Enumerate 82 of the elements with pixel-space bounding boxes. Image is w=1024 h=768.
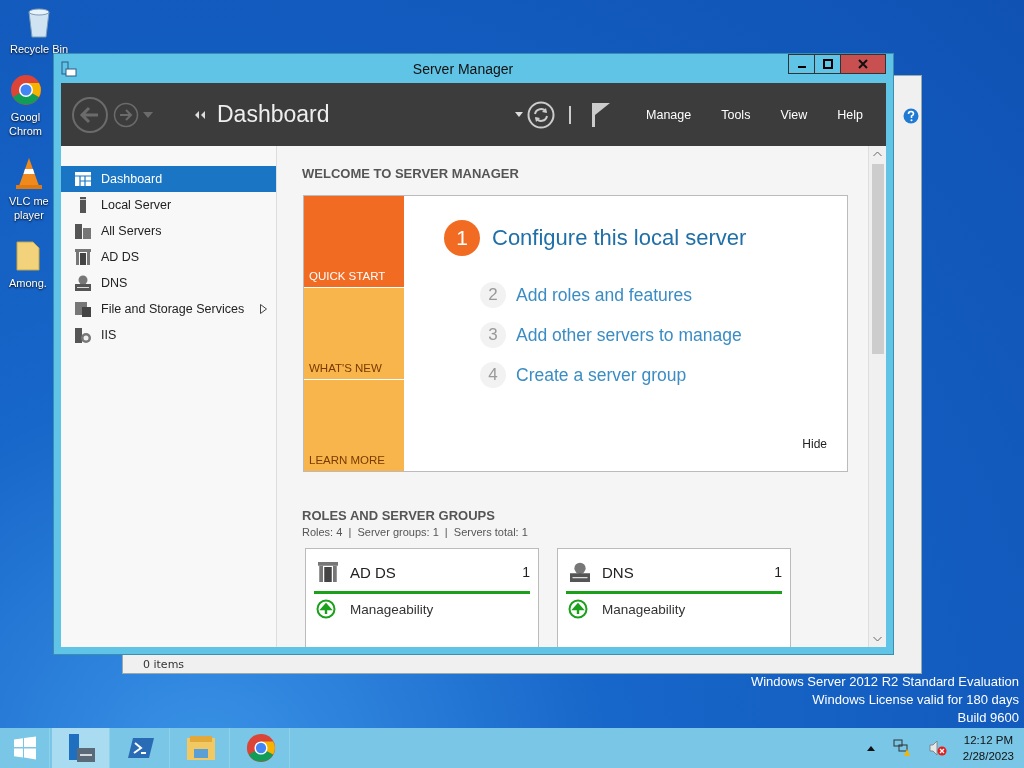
close-icon <box>858 59 868 69</box>
dropdown-icon[interactable] <box>515 112 524 117</box>
step-number-badge: 1 <box>444 220 480 256</box>
recycle-bin-icon[interactable] <box>26 6 52 38</box>
step-link[interactable]: Add roles and features <box>516 284 693 306</box>
server-globe-icon <box>75 327 91 343</box>
traffic-cone-icon[interactable] <box>13 156 44 190</box>
back-icon[interactable] <box>71 95 109 134</box>
desktop-icon-label[interactable]: Googl <box>10 110 41 124</box>
sidebar-item[interactable]: File and Storage Services <box>61 296 276 322</box>
network-warning-icon[interactable] <box>892 739 911 757</box>
taskbar-app-button[interactable] <box>52 728 110 768</box>
watermark-text: Build 9600 <box>957 709 1019 727</box>
role-card[interactable]: DNS 1 Manageability <box>557 548 791 647</box>
card-title: AD DS <box>350 563 396 581</box>
section-heading: ROLES AND SERVER GROUPS <box>302 508 496 523</box>
window-title: Server Manager <box>412 60 514 77</box>
step-number-badge: 3 <box>480 322 506 348</box>
tile-tab[interactable]: WHAT'S NEW <box>304 288 404 379</box>
menu-item[interactable]: Help <box>824 107 876 122</box>
sidebar-item[interactable]: All Servers <box>61 218 276 244</box>
desktop-icon-label[interactable]: Chrom <box>9 124 42 138</box>
clock-date[interactable]: 2/28/2023 <box>962 748 1014 764</box>
globe-server-icon <box>75 275 91 291</box>
minimize-icon <box>797 66 806 68</box>
windows-logo-icon <box>12 736 37 760</box>
close-button[interactable] <box>840 54 886 74</box>
minimize-button[interactable] <box>788 54 815 74</box>
desktop-icon-label[interactable]: VLC me <box>9 194 49 208</box>
step-link[interactable]: Add other servers to manage <box>516 324 742 346</box>
section-heading: WELCOME TO SERVER MANAGER <box>302 166 520 181</box>
folder-icon <box>185 735 216 761</box>
show-hidden-icons-icon[interactable] <box>866 745 875 751</box>
chrome-icon[interactable] <box>9 74 42 106</box>
card-count: 1 <box>774 564 782 580</box>
menu-item[interactable]: Manage <box>633 107 705 122</box>
role-card[interactable]: AD DS 1 Manageability <box>305 548 539 647</box>
chrome-icon <box>245 733 276 763</box>
card-title: DNS <box>602 563 634 581</box>
storage-icon <box>75 301 91 317</box>
speaker-muted-icon[interactable] <box>928 739 947 757</box>
server-tower-icon <box>318 561 338 583</box>
desktop-icon-label[interactable]: Recycle Bin <box>9 42 69 56</box>
menu-item[interactable]: View <box>767 107 821 122</box>
forward-icon[interactable] <box>113 101 139 128</box>
step-number-badge: 4 <box>480 362 506 388</box>
card-count: 1 <box>522 564 530 580</box>
sidebar-item[interactable]: DNS <box>61 270 276 296</box>
status-label: Manageability <box>602 601 686 617</box>
globe-server-icon <box>570 561 590 583</box>
watermark-text: Windows Server 2012 R2 Standard Evaluation <box>750 673 1019 691</box>
refresh-icon[interactable] <box>527 100 556 129</box>
grid-icon <box>75 172 91 186</box>
help-icon[interactable] <box>903 108 919 124</box>
maximize-button[interactable] <box>814 54 841 74</box>
desktop-icon-label[interactable]: Among. <box>9 276 47 290</box>
roles-summary: Roles: 4 | Server groups: 1 | Servers total: 1 <box>302 526 529 538</box>
tile-tab[interactable]: LEARN MORE <box>304 380 404 471</box>
step-link[interactable]: Configure this local server <box>492 225 747 251</box>
step-link[interactable]: Create a server group <box>516 364 687 386</box>
flag-icon[interactable] <box>591 101 612 128</box>
maximize-icon <box>822 59 833 69</box>
hide-link[interactable]: Hide <box>802 437 827 451</box>
desktop-icon-label[interactable]: player <box>13 208 44 222</box>
app-icon <box>61 60 77 77</box>
clock-time[interactable]: 12:12 PM <box>963 732 1014 748</box>
status-text: 0 items <box>143 658 185 671</box>
step-number-badge: 2 <box>480 282 506 308</box>
servers-icon <box>75 223 91 239</box>
sidebar-item[interactable]: IIS <box>61 322 276 348</box>
menu-item[interactable]: Tools <box>708 107 764 122</box>
folder-icon[interactable] <box>14 240 41 272</box>
double-chevron-icon <box>195 110 205 119</box>
sidebar-item[interactable]: AD DS <box>61 244 276 270</box>
status-label: Manageability <box>350 601 434 617</box>
expand-arrow-icon[interactable] <box>260 304 268 314</box>
breadcrumb-title: Dashboard <box>217 101 330 128</box>
watermark-text: Windows License valid for 180 days <box>812 691 1019 709</box>
sidebar-item[interactable]: Dashboard <box>61 166 276 192</box>
terminal-icon <box>126 736 155 760</box>
sidebar-item[interactable]: Local Server <box>61 192 276 218</box>
server-tower-icon <box>75 249 91 265</box>
